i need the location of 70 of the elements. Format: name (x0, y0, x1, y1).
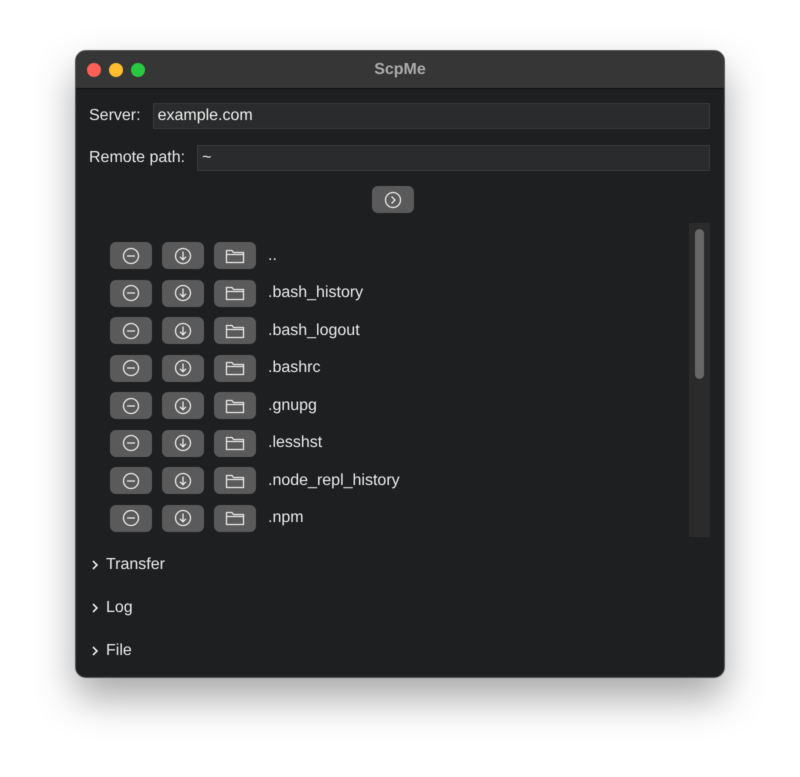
disclosure-chevron-icon[interactable] (91, 644, 99, 656)
minimize-button[interactable] (109, 62, 123, 76)
remove-icon (122, 472, 140, 490)
folder-button[interactable] (214, 504, 256, 532)
close-button[interactable] (87, 62, 101, 76)
folder-icon (225, 434, 245, 452)
download-icon (174, 509, 192, 527)
folder-button[interactable] (214, 280, 256, 306)
folder-button[interactable] (214, 430, 256, 456)
remove-icon (122, 246, 140, 264)
folder-button[interactable] (214, 354, 256, 382)
file-name[interactable]: .lesshst (268, 434, 322, 452)
download-button[interactable] (162, 504, 204, 532)
remove-button[interactable] (110, 467, 152, 494)
download-icon (174, 359, 192, 377)
zoom-button[interactable] (131, 62, 145, 76)
download-icon (174, 396, 192, 414)
section-header[interactable]: Log (106, 598, 133, 616)
remove-icon (122, 434, 140, 452)
download-icon (174, 322, 192, 340)
download-icon (174, 434, 192, 452)
folder-button[interactable] (214, 317, 256, 344)
download-icon (174, 246, 192, 264)
section-header[interactable]: Transfer (106, 556, 165, 574)
server-field[interactable]: example.com (152, 103, 710, 129)
file-name[interactable]: .node_repl_history (268, 472, 400, 490)
remove-button[interactable] (110, 392, 152, 419)
section-header[interactable]: File (106, 642, 132, 660)
remove-button[interactable] (110, 354, 152, 382)
remove-button[interactable] (110, 504, 152, 532)
scroll-thumb[interactable] (695, 229, 704, 379)
file-name[interactable]: .gnupg (268, 396, 317, 414)
field-label: Remote path: (89, 149, 186, 167)
folder-button[interactable] (214, 392, 256, 419)
remove-button[interactable] (110, 430, 152, 456)
file-name[interactable]: .npm (268, 509, 304, 527)
download-button[interactable] (162, 242, 204, 269)
field-label: Server: (89, 107, 141, 125)
remove-icon (122, 322, 140, 340)
disclosure-chevron-icon[interactable] (91, 558, 99, 570)
file-name[interactable]: .bash_history (268, 284, 364, 302)
window-title: ScpMe (374, 60, 426, 78)
remove-button[interactable] (110, 280, 152, 306)
folder-button[interactable] (214, 467, 256, 494)
remove-icon (122, 509, 140, 527)
remove-button[interactable] (110, 242, 152, 269)
folder-icon (225, 359, 245, 377)
download-button[interactable] (162, 354, 204, 382)
download-button[interactable] (162, 430, 204, 456)
file-name[interactable]: .bash_logout (268, 322, 360, 340)
download-button[interactable] (162, 280, 204, 306)
folder-icon (225, 284, 245, 302)
remove-icon (122, 396, 140, 414)
download-button[interactable] (162, 317, 204, 344)
download-icon (174, 284, 192, 302)
download-button[interactable] (162, 467, 204, 494)
file-name[interactable]: .bashrc (268, 359, 320, 377)
scrollbar[interactable] (689, 223, 710, 537)
go-button[interactable] (372, 186, 414, 213)
remove-icon (122, 359, 140, 377)
download-button[interactable] (162, 392, 204, 419)
folder-button[interactable] (214, 242, 256, 269)
folder-icon (225, 509, 245, 527)
remove-button[interactable] (110, 317, 152, 344)
chevron-circle-icon (384, 190, 402, 208)
disclosure-chevron-icon[interactable] (91, 602, 99, 614)
file-name[interactable]: .. (268, 246, 277, 264)
remove-icon (122, 284, 140, 302)
remote-path-field[interactable]: ~ (197, 145, 710, 171)
download-icon (174, 472, 192, 490)
